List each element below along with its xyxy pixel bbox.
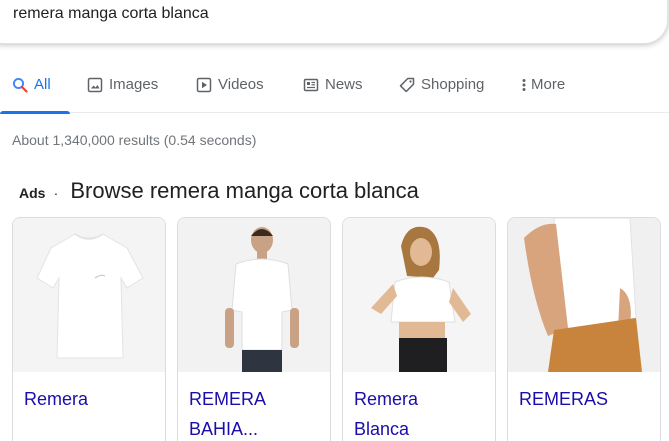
tab-news[interactable]: News (303, 76, 363, 113)
more-vert-icon (521, 77, 527, 93)
search-box[interactable]: remera manga corta blanca (0, 0, 668, 44)
tab-label: News (325, 76, 363, 93)
news-icon (303, 77, 319, 93)
product-card[interactable]: REMERAS (507, 217, 661, 441)
tab-videos[interactable]: Videos (196, 76, 264, 113)
product-title[interactable]: REMERA BAHIA... (189, 384, 321, 441)
tab-all[interactable]: All (0, 76, 70, 114)
tag-icon (399, 77, 415, 93)
result-stats: About 1,340,000 results (0.54 seconds) (12, 132, 257, 148)
tab-label: Shopping (421, 76, 485, 93)
ads-heading: Ads · Browse remera manga corta blanca (19, 178, 419, 204)
ads-separator: · (53, 185, 59, 201)
tab-images[interactable]: Images (87, 76, 158, 113)
ads-heading-text: Browse remera manga corta blanca (70, 178, 419, 203)
search-input[interactable]: remera manga corta blanca (13, 5, 209, 23)
search-tabs: All Images Videos News Shopping More (0, 70, 669, 114)
product-card[interactable]: Remera (12, 217, 166, 441)
product-title[interactable]: Remera Blanca (354, 384, 486, 441)
tab-label: Videos (218, 76, 264, 93)
search-icon (12, 77, 28, 93)
product-image (343, 218, 495, 372)
product-title[interactable]: Remera (24, 384, 156, 414)
product-image (508, 218, 660, 372)
tab-more[interactable]: More (521, 76, 565, 113)
active-tab-indicator (0, 111, 70, 114)
tab-label: All (34, 76, 51, 93)
tab-label: Images (109, 76, 159, 93)
ads-label: Ads (19, 185, 46, 201)
image-icon (87, 77, 103, 93)
tab-label: More (531, 76, 566, 93)
product-image (13, 218, 165, 372)
product-card[interactable]: REMERA BAHIA... (177, 217, 331, 441)
play-icon (196, 77, 212, 93)
tab-shopping[interactable]: Shopping (399, 76, 484, 113)
product-title[interactable]: REMERAS (519, 384, 651, 414)
product-image (178, 218, 330, 372)
product-card[interactable]: Remera Blanca (342, 217, 496, 441)
